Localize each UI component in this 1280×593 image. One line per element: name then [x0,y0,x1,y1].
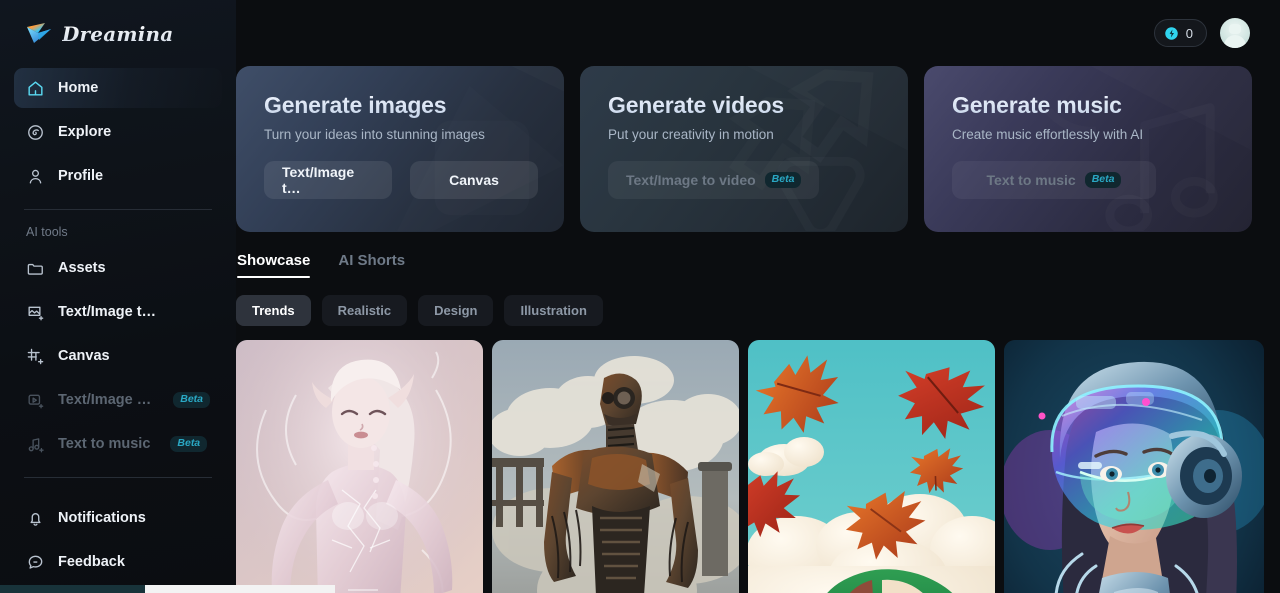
sidebar-item-text-to-music-label: Text to music [58,436,151,452]
sidebar: Dreamina Home Explore Profile AI tools A… [0,0,236,593]
video-sparkle-icon [28,394,44,408]
sidebar-item-assets[interactable]: Assets [14,248,222,288]
sidebar-item-text-image-to-video-label: Text/Image t… [58,392,154,408]
chip-trends-label: Trends [252,303,295,318]
card-videos-title: Generate videos [608,92,880,119]
sidebar-item-notifications-label: Notifications [58,510,146,526]
music-sparkle-icon [28,437,44,452]
gallery-tile-cyberpunk-woman[interactable] [1004,340,1264,593]
tab-showcase-label: Showcase [237,252,311,269]
card-videos-buttons: Text/Image to video Beta [608,161,880,199]
credit-coin-icon [1165,26,1178,40]
sidebar-item-text-to-music[interactable]: Text to music Beta [14,424,222,464]
filter-chips: Trends Realistic Design Illustration [236,295,1252,326]
credits-badge[interactable]: 0 [1153,19,1207,47]
credits-value: 0 [1185,25,1193,41]
sidebar-item-canvas-label: Canvas [58,348,110,364]
brand-name: Dreamina [62,22,174,46]
dreamina-app-window: Dreamina Home Explore Profile AI tools A… [0,0,1280,593]
card-music-title: Generate music [952,92,1224,119]
generate-cards-row: Generate images Turn your ideas into stu… [236,66,1252,232]
card-music-decoration-icon [924,66,1252,231]
sidebar-item-canvas[interactable]: Canvas [14,336,222,376]
gallery-tile-rusted-robot[interactable] [492,340,739,593]
crystalline-elf-woman-portrait-image [236,340,483,593]
chip-illustration-label: Illustration [520,303,587,318]
bottom-strip-teal [0,585,145,593]
rusted-giant-robot-industrial-smoke-image [492,340,739,593]
beta-badge-video: Beta [173,391,210,409]
gallery-tile-crystalline-elf[interactable] [236,340,483,593]
card-images-button-text-image[interactable]: Text/Image t… [264,161,392,199]
autumn-maple-leaves-green-beetle-car-image [748,340,995,593]
beta-badge-music: Beta [170,435,208,453]
card-images-decoration-icon [236,66,564,231]
person-icon [29,169,42,184]
bottom-window-strip [0,585,1280,593]
chat-bubble-icon [28,555,43,569]
sidebar-item-text-image-to-video[interactable]: Text/Image t… Beta [14,380,222,420]
content-tabs: Showcase AI Shorts [236,252,1252,278]
sidebar-item-profile[interactable]: Profile [14,156,222,196]
card-images-subtitle: Turn your ideas into stunning images [264,127,485,142]
sidebar-item-notifications[interactable]: Notifications [14,498,222,538]
showcase-gallery [236,340,1264,593]
sidebar-item-text-image-to-image-label: Text/Image t… [58,304,157,320]
card-images-button-canvas[interactable]: Canvas [410,161,538,199]
avatar-body [1224,34,1246,48]
card-music-button-label: Text to music [986,172,1076,188]
card-images-button-text-image-label: Text/Image t… [282,164,355,196]
tab-ai-shorts-label: AI Shorts [338,252,406,269]
brand-logo[interactable]: Dreamina [14,0,222,68]
card-generate-images[interactable]: Generate images Turn your ideas into stu… [236,66,564,232]
folder-icon [27,263,43,275]
card-videos-button-text-image-to-video[interactable]: Text/Image to video Beta [608,161,820,199]
card-generate-music[interactable]: Generate music Create music effortlessly… [924,66,1252,232]
image-sparkle-icon [28,306,44,320]
sidebar-item-feedback[interactable]: Feedback [14,542,222,582]
canvas-frame-icon [27,348,44,364]
card-images-title: Generate images [264,92,536,119]
sidebar-item-assets-label: Assets [58,260,106,276]
avatar[interactable] [1220,18,1250,48]
card-images-buttons: Text/Image t… Canvas [264,161,538,199]
gallery-tile-autumn-leaves-car[interactable] [748,340,995,593]
sidebar-item-explore[interactable]: Explore [14,112,222,152]
beta-badge-card-music: Beta [1084,171,1122,189]
sidebar-section-label-ai-tools: AI tools [26,225,68,239]
sidebar-item-explore-label: Explore [58,124,112,140]
card-videos-button-label: Text/Image to video [626,172,756,188]
compass-icon [28,124,43,140]
card-videos-subtitle: Put your creativity in motion [608,127,774,142]
chip-realistic-label: Realistic [337,303,392,318]
main-content: 0 Generate images Turn your ideas into s… [236,0,1280,593]
sidebar-divider-bottom [24,477,212,478]
chip-trends[interactable]: Trends [236,295,311,326]
chip-realistic[interactable]: Realistic [321,295,408,326]
card-generate-videos[interactable]: Generate videos Put your creativity in m… [580,66,908,232]
tab-ai-shorts[interactable]: AI Shorts [338,252,405,278]
sidebar-item-profile-label: Profile [58,168,104,184]
bell-icon [30,512,41,526]
topbar: 0 [236,0,1252,66]
sidebar-item-home[interactable]: Home [14,68,222,108]
beta-badge-card-video: Beta [764,171,802,189]
home-icon [28,80,43,96]
sidebar-item-home-label: Home [58,80,99,96]
tab-showcase[interactable]: Showcase [237,252,311,278]
bottom-strip-white [145,585,335,593]
chip-illustration[interactable]: Illustration [504,295,603,326]
card-images-button-canvas-label: Canvas [449,172,499,188]
chip-design[interactable]: Design [418,295,494,326]
avatar-head [1229,24,1241,34]
card-music-subtitle: Create music effortlessly with AI [952,127,1144,142]
sidebar-item-text-image-to-image[interactable]: Text/Image t… [14,292,222,332]
chip-design-label: Design [434,303,478,318]
card-music-buttons: Text to music Beta [952,161,1224,199]
dreamina-swoosh-logo-icon [27,23,51,43]
card-music-button-text-to-music[interactable]: Text to music Beta [952,161,1156,199]
sidebar-item-feedback-label: Feedback [58,554,125,570]
card-videos-decoration-icon [580,66,908,231]
cyberpunk-woman-neon-visor-headphones-image [1004,340,1264,593]
